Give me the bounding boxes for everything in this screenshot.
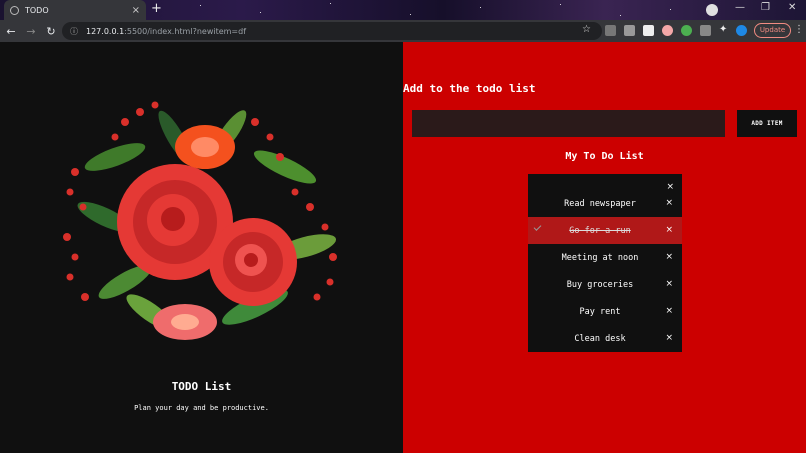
browser-tab-strip: TODO × + — ❐ ✕ — [0, 0, 806, 20]
todo-item-clean-desk[interactable]: Clean desk × — [528, 325, 682, 352]
todo-item-text: Meeting at noon — [561, 252, 639, 263]
todo-item-read-newspaper[interactable]: Read newspaper × — [528, 190, 682, 217]
browser-tab[interactable]: TODO × — [4, 0, 146, 20]
delete-item-icon[interactable]: × — [665, 252, 673, 262]
extension-a-icon[interactable] — [700, 25, 711, 36]
todo-item-go-for-a-run[interactable]: Go for a run × — [528, 217, 682, 244]
extension-pen-icon[interactable] — [605, 25, 616, 36]
tab-title: TODO — [25, 5, 49, 15]
todo-list: Read newspaper × Go for a run × Meeting … — [528, 190, 682, 352]
bookmark-star-icon[interactable]: ☆ — [582, 24, 593, 35]
new-item-input[interactable] — [412, 110, 725, 137]
address-bar[interactable]: ⓘ 127.0.0.1 :5500/index.html?newitem=df — [62, 22, 602, 40]
list-heading: My To Do List — [565, 151, 644, 162]
minimize-icon[interactable]: — — [735, 2, 745, 13]
app-subtitle: Plan your day and be productive. — [134, 404, 269, 412]
extension-box-icon[interactable] — [643, 25, 654, 36]
left-panel: TODO List Plan your day and be productiv… — [0, 42, 403, 453]
new-tab-icon[interactable]: + — [151, 2, 162, 16]
delete-item-icon[interactable]: × — [665, 333, 673, 343]
extension-circle-icon[interactable] — [662, 25, 673, 36]
delete-item-icon[interactable]: × — [665, 225, 673, 235]
back-arrow-icon[interactable]: ← — [2, 25, 20, 38]
delete-item-icon[interactable]: × — [665, 279, 673, 289]
todo-item-text: Read newspaper — [564, 198, 636, 209]
profile-avatar-icon[interactable] — [736, 25, 747, 36]
forward-arrow-icon[interactable]: → — [22, 25, 40, 38]
todo-list-box: × Read newspaper × Go for a run × Meetin… — [528, 174, 682, 352]
delete-item-icon[interactable]: × — [665, 198, 673, 208]
right-panel: Add to the todo list ADD ITEM My To Do L… — [403, 42, 806, 453]
check-icon — [533, 223, 542, 231]
extensions-puzzle-icon[interactable]: ✦ — [719, 24, 730, 35]
site-info-icon[interactable]: ⓘ — [70, 26, 78, 37]
todo-item-text: Clean desk — [574, 333, 626, 344]
browser-toolbar: ← → ↻ ⓘ 127.0.0.1 :5500/index.html?newit… — [0, 20, 806, 42]
browser-menu-icon[interactable]: ⋮ — [794, 24, 804, 35]
restore-icon[interactable]: ❐ — [761, 2, 770, 13]
delete-item-icon[interactable]: × — [665, 306, 673, 316]
window-close-icon[interactable]: ✕ — [788, 2, 796, 13]
reload-icon[interactable]: ↻ — [42, 25, 60, 38]
todo-item-pay-rent[interactable]: Pay rent × — [528, 298, 682, 325]
rose-bouquet-image — [63, 101, 337, 340]
add-item-button[interactable]: ADD ITEM — [737, 110, 797, 137]
todo-item-text: Buy groceries — [566, 279, 634, 290]
media-control-icon[interactable] — [706, 4, 718, 16]
globe-icon — [10, 5, 19, 15]
update-button[interactable]: Update — [754, 23, 791, 38]
app-title: TODO List — [171, 380, 232, 393]
tab-close-icon[interactable]: × — [132, 5, 140, 16]
add-heading: Add to the todo list — [403, 82, 536, 95]
page-content: TODO List Plan your day and be productiv… — [0, 42, 806, 453]
extension-print-icon[interactable] — [624, 25, 635, 36]
todo-item-buy-groceries[interactable]: Buy groceries × — [528, 271, 682, 298]
todo-item-text: Pay rent — [579, 306, 621, 317]
extension-tree-icon[interactable] — [681, 25, 692, 36]
todo-item-meeting-at-noon[interactable]: Meeting at noon × — [528, 244, 682, 271]
url-host: 127.0.0.1 — [86, 26, 125, 36]
todo-item-text: Go for a run — [569, 225, 631, 236]
url-path: :5500/index.html?newitem=df — [124, 26, 247, 36]
